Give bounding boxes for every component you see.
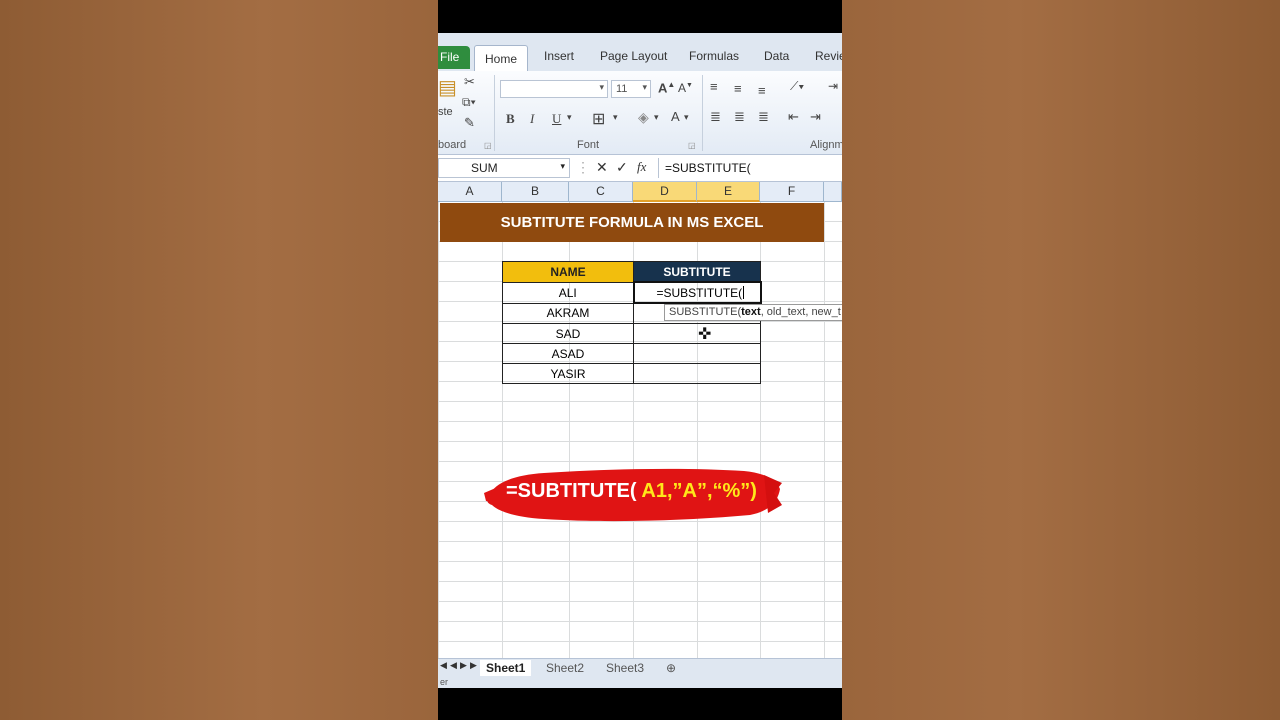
clipboard-group-label: board <box>438 139 467 151</box>
increase-indent-icon[interactable]: ⇥ <box>810 109 821 125</box>
name-cell[interactable]: SAD <box>502 323 634 344</box>
group-separator <box>702 75 703 151</box>
background-right <box>842 0 1280 720</box>
last-sheet-icon[interactable]: ▶ <box>470 660 477 671</box>
paste-label: ste <box>438 106 453 118</box>
bold-icon[interactable]: B <box>506 111 515 127</box>
shrink-font-icon[interactable]: A▼ <box>678 81 693 95</box>
wrap-text-icon[interactable]: ⇥ <box>828 79 838 93</box>
align-left-icon[interactable]: ≣ <box>710 109 721 125</box>
chevron-down-icon: ▾ <box>560 161 565 171</box>
font-color-icon[interactable]: A <box>671 109 680 124</box>
table-row: ASAD <box>502 343 761 364</box>
align-center-icon[interactable]: ≣ <box>734 109 745 125</box>
font-launcher-icon[interactable]: ◲ <box>688 141 696 150</box>
table-row: ALI =SUBSTITUTE( <box>502 281 762 304</box>
name-box[interactable]: SUM ▾ <box>438 158 570 178</box>
ribbon-home: ▤ ste ✂ ⧉▾ ✎ board ◲ ▾ 11 ▾ A▲ A▼ B I U ▾… <box>438 71 842 155</box>
ribbon-tabs: File Home Insert Page Layout Formulas Da… <box>438 43 842 71</box>
format-painter-icon[interactable]: ✎ <box>464 115 475 131</box>
font-size-box[interactable]: 11 ▾ <box>611 80 651 98</box>
formula-input[interactable]: =SUBSTITUTE( <box>658 158 842 178</box>
name-cell[interactable]: ASAD <box>502 343 634 364</box>
align-top-icon[interactable]: ≡ <box>710 79 718 94</box>
title-banner: SUBTITUTE FORMULA IN MS EXCEL <box>440 203 824 242</box>
border-icon[interactable]: ⊞ <box>592 109 605 129</box>
decrease-indent-icon[interactable]: ⇤ <box>788 109 799 125</box>
tab-page-layout[interactable]: Page Layout <box>600 49 667 63</box>
insert-sheet-icon[interactable]: ⊕ <box>660 660 682 676</box>
underline-dropdown-icon[interactable]: ▾ <box>567 112 572 123</box>
status-bar: er <box>438 677 842 688</box>
column-header-g[interactable] <box>824 182 842 202</box>
excel-window: File Home Insert Page Layout Formulas Da… <box>438 33 842 688</box>
chevron-down-icon: ▾ <box>642 82 647 92</box>
tab-sheet3[interactable]: Sheet3 <box>600 660 650 676</box>
fill-color-icon[interactable]: ◈ <box>638 109 649 126</box>
result-cell[interactable] <box>633 363 761 384</box>
column-header-c[interactable]: C <box>569 182 633 202</box>
tab-insert[interactable]: Insert <box>544 49 574 63</box>
grid-line <box>824 202 825 658</box>
align-middle-icon[interactable]: ≡ <box>734 81 742 96</box>
video-frame: File Home Insert Page Layout Formulas Da… <box>438 0 842 720</box>
header-name[interactable]: NAME <box>502 261 634 283</box>
next-sheet-icon[interactable]: ▶ <box>460 660 467 671</box>
column-header-d[interactable]: D <box>633 182 697 202</box>
tab-data[interactable]: Data <box>764 49 789 63</box>
paste-icon[interactable]: ▤ <box>438 75 457 100</box>
tab-file[interactable]: File <box>438 46 470 69</box>
align-right-icon[interactable]: ≣ <box>758 109 769 125</box>
orientation-icon[interactable]: ⟋▾ <box>790 79 804 94</box>
italic-icon[interactable]: I <box>530 111 534 127</box>
column-header-a[interactable]: A <box>438 182 502 202</box>
data-table: NAME SUBTITUTE ALI =SUBSTITUTE( AKRAM SA… <box>502 261 762 384</box>
tab-formulas[interactable]: Formulas <box>689 49 739 63</box>
column-header-f[interactable]: F <box>760 182 824 202</box>
enter-icon[interactable]: ✓ <box>616 159 628 176</box>
tab-home[interactable]: Home <box>474 45 528 71</box>
tab-sheet1[interactable]: Sheet1 <box>480 660 532 676</box>
font-group-label: Font <box>577 139 600 151</box>
sheet-tab-bar: ◀ ◀ ▶ ▶ Sheet1 Sheet2 Sheet3 ⊕ <box>438 658 842 677</box>
tab-review[interactable]: Revie <box>815 49 842 63</box>
cancel-icon[interactable]: ✕ <box>596 159 608 176</box>
fill-dropdown-icon[interactable]: ▾ <box>654 112 659 123</box>
copy-icon[interactable]: ⧉▾ <box>462 95 476 110</box>
underline-icon[interactable]: U <box>552 111 561 127</box>
grow-font-icon[interactable]: A▲ <box>658 80 675 95</box>
border-dropdown-icon[interactable]: ▾ <box>613 112 618 123</box>
formula-callout: =SUBTITUTE( A1,”A”,“%”) <box>506 480 757 502</box>
table-row: YASIR <box>502 363 761 384</box>
result-cell[interactable] <box>633 343 761 364</box>
name-cell[interactable]: ALI <box>502 281 634 304</box>
column-header-e[interactable]: E <box>697 182 760 202</box>
font-color-dropdown-icon[interactable]: ▾ <box>684 112 689 123</box>
column-header-b[interactable]: B <box>502 182 569 202</box>
alignment-group-label: Alignm <box>810 139 842 151</box>
insert-function-icon[interactable]: fx <box>637 159 646 175</box>
header-subtitute[interactable]: SUBTITUTE <box>633 261 761 283</box>
function-tooltip[interactable]: SUBSTITUTE(text, old_text, new_t <box>664 304 842 321</box>
cut-icon[interactable]: ✂ <box>464 74 475 90</box>
prev-sheet-icon[interactable]: ◀ <box>450 660 457 671</box>
quick-access-toolbar <box>438 33 842 43</box>
cell-cursor-icon: ✜ <box>698 326 712 343</box>
name-cell[interactable]: YASIR <box>502 363 634 384</box>
text-caret <box>743 285 745 299</box>
result-cell[interactable] <box>633 323 761 344</box>
clipboard-launcher-icon[interactable]: ◲ <box>484 141 492 150</box>
table-row: SAD <box>502 323 761 344</box>
chevron-down-icon: ▾ <box>599 82 604 92</box>
tab-sheet2[interactable]: Sheet2 <box>540 660 590 676</box>
formula-bar: SUM ▾ ⋮ ✕ ✓ fx =SUBSTITUTE( <box>438 155 842 182</box>
first-sheet-icon[interactable]: ◀ <box>440 660 447 671</box>
resize-handle-icon[interactable]: ⋮ <box>576 159 590 176</box>
name-cell[interactable]: AKRAM <box>502 302 634 324</box>
background-left <box>0 0 438 720</box>
group-separator <box>494 75 495 151</box>
align-bottom-icon[interactable]: ≡ <box>758 83 766 98</box>
active-edit-cell[interactable]: =SUBSTITUTE( <box>632 281 762 304</box>
font-name-box[interactable]: ▾ <box>500 80 608 98</box>
